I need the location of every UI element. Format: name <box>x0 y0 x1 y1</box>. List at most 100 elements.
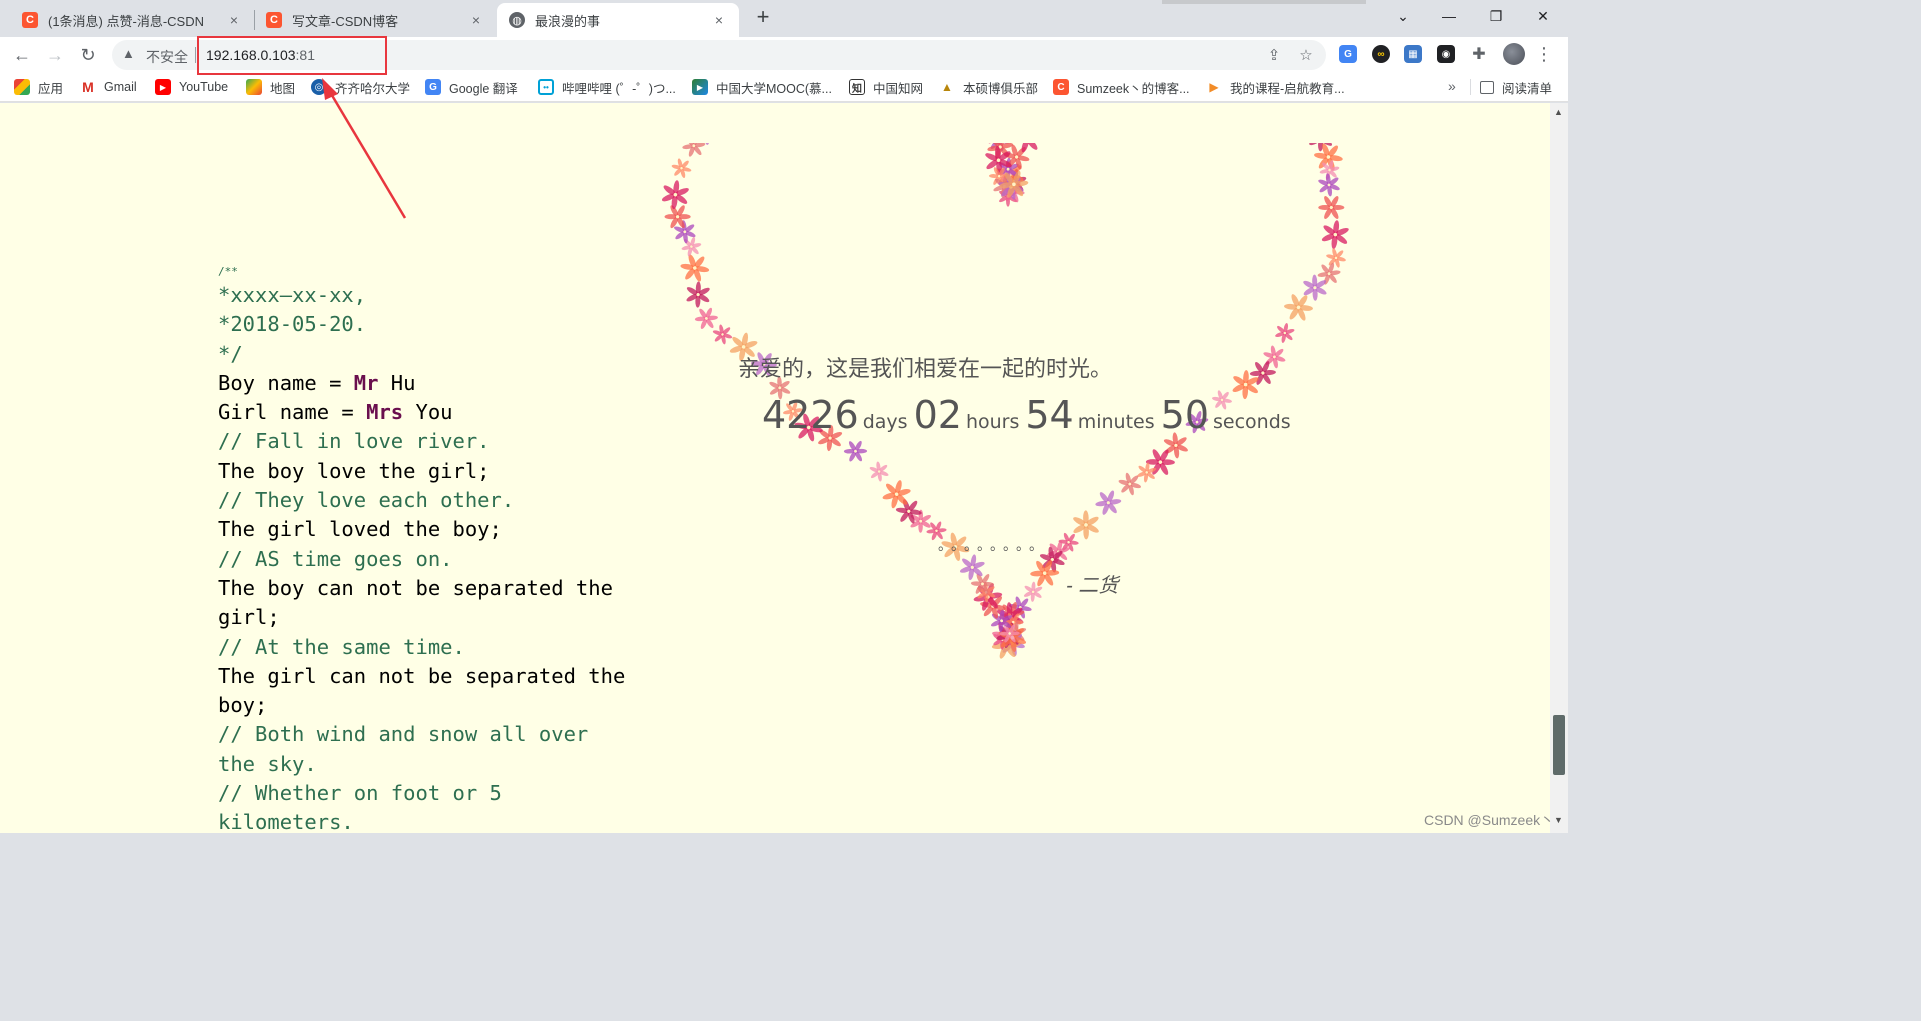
code-text: Boy name = <box>218 370 354 395</box>
scroll-thumb[interactable] <box>1553 715 1565 775</box>
more-bookmarks-button[interactable]: » <box>1448 78 1456 94</box>
flower-icon <box>694 307 718 329</box>
code-line: Boy name = Mr Hu <box>218 369 678 398</box>
csdn-logo-icon: C <box>266 12 282 28</box>
reading-list-button[interactable]: 阅读清单 <box>1480 78 1552 97</box>
code-line: Girl name = Mrs You <box>218 398 678 427</box>
code-line: The boy love the girl; <box>218 458 490 483</box>
bookmark-club[interactable]: ▲ 本硕博俱乐部 <box>939 78 1038 96</box>
bookmark-label: 应用 <box>38 81 64 96</box>
elapsed-time-counter: 4226 days 02 hours 54 minutes 50 seconds <box>762 393 1297 437</box>
gmail-icon: M <box>80 79 96 95</box>
code-line: kilometers. <box>218 810 354 833</box>
share-icon[interactable]: ⇪ <box>1266 47 1282 64</box>
apps-grid-icon <box>14 79 30 95</box>
bookmark-mooc[interactable]: ▶ 中国大学MOOC(慕... <box>692 78 832 96</box>
reload-button[interactable]: ↻ <box>74 41 102 69</box>
code-line: The girl loved the boy; <box>218 517 502 542</box>
bookmark-bilibili[interactable]: •• 哔哩哔哩 (゜-゜)つ... <box>538 78 676 96</box>
ghostery-icon[interactable]: ◉ <box>1437 45 1455 63</box>
maximize-button[interactable]: ❐ <box>1473 4 1519 28</box>
page-scrollbar[interactable]: ▲ ▼ <box>1550 103 1568 833</box>
bookmark-label: 齐齐哈尔大学 <box>335 81 411 96</box>
code-line: // Both wind and snow all over <box>218 722 589 747</box>
flower-heart-svg <box>661 143 1349 659</box>
window-close-button[interactable]: ✕ <box>1520 4 1566 28</box>
image-icon[interactable]: ▦ <box>1404 45 1422 63</box>
cnki-icon: 知 <box>849 79 865 95</box>
bookmark-cnki[interactable]: 知 中国知网 <box>849 78 923 96</box>
graduation-cap-icon: ▲ <box>939 79 955 95</box>
code-line: // They love each other. <box>218 488 515 513</box>
csdn-logo-icon: C <box>22 12 38 28</box>
flower-icon <box>1321 220 1349 249</box>
forward-button[interactable]: → <box>41 41 69 69</box>
minutes-unit: minutes <box>1077 411 1155 433</box>
flower-heart <box>660 143 1360 783</box>
bookmark-sumzeek-blog[interactable]: C Sumzeek丶的博客... <box>1053 78 1190 96</box>
infinity-icon[interactable]: ∞ <box>1372 45 1390 63</box>
minutes-value: 54 <box>1025 393 1074 437</box>
code-line: // Fall in love river. <box>218 429 490 454</box>
bookmark-gmail[interactable]: M Gmail <box>80 78 137 96</box>
bookmark-label: YouTube <box>179 80 229 94</box>
flower-icon <box>1284 294 1313 321</box>
bookmark-label: 中国大学MOOC(慕... <box>716 81 832 96</box>
tab-csdn-messages[interactable]: C (1条消息) 点赞-消息-CSDN × <box>10 3 254 37</box>
code-line: The girl can not be separated the <box>218 663 626 688</box>
code-text: You <box>403 400 453 425</box>
bookmark-label: Gmail <box>104 80 137 94</box>
tab-csdn-write[interactable]: C 写文章-CSDN博客 × <box>254 3 496 37</box>
bookmark-university[interactable]: ◎ 齐齐哈尔大学 <box>311 78 410 96</box>
warning-icon[interactable]: ▲ <box>122 46 138 62</box>
bookmark-label: 我的课程-启航教育... <box>1230 81 1345 96</box>
star-icon[interactable]: ☆ <box>1298 47 1314 64</box>
bookmark-google-translate[interactable]: G Google 翻译 <box>425 78 518 96</box>
bookmark-apps[interactable]: 应用 <box>14 78 63 96</box>
avatar[interactable] <box>1503 43 1525 65</box>
security-label[interactable]: 不安全 <box>146 47 188 67</box>
code-line: // AS time goes on. <box>218 546 453 571</box>
bookmark-label: 地图 <box>270 81 296 96</box>
bookmark-qihang[interactable]: ▶ 我的课程-启航教育... <box>1206 78 1345 96</box>
back-button[interactable]: ← <box>8 41 36 69</box>
scroll-down-arrow-icon[interactable]: ▼ <box>1554 815 1564 825</box>
close-icon[interactable]: × <box>468 12 484 28</box>
flower-icon <box>1095 490 1122 515</box>
url-highlight-annotation <box>197 36 387 75</box>
bookmarks-divider <box>1470 79 1471 95</box>
code-line: *xxxx—xx-xx, <box>218 283 367 307</box>
code-line: *2018-05-20. <box>218 312 367 337</box>
scroll-up-arrow-icon[interactable]: ▲ <box>1554 107 1564 117</box>
hours-unit: hours <box>965 411 1020 433</box>
reading-list-icon <box>1480 81 1494 94</box>
code-line: girl; <box>218 605 280 630</box>
signature-text: - 二货 <box>1066 575 1119 597</box>
globe-icon: ◍ <box>509 12 525 28</box>
bookmark-maps[interactable]: 地图 <box>246 78 295 96</box>
youtube-icon: ▶ <box>155 79 171 95</box>
translate-icon[interactable]: G <box>1339 45 1357 63</box>
maps-icon <box>246 79 262 95</box>
tab-search-button[interactable]: ⌄ <box>1380 4 1426 28</box>
bookmark-label: Sumzeek丶的博客... <box>1077 81 1190 96</box>
code-text: Hu <box>378 370 416 395</box>
code-keyword: Mrs <box>366 400 404 425</box>
tab-title: 写文章-CSDN博客 <box>292 13 399 29</box>
flower-icon <box>843 440 868 462</box>
menu-icon[interactable]: ⋮ <box>1535 42 1553 66</box>
seconds-unit: seconds <box>1213 411 1291 433</box>
close-icon[interactable]: × <box>711 12 727 28</box>
university-icon: ◎ <box>311 79 327 95</box>
tab-strip-top-bar <box>1162 0 1366 4</box>
flower-icon <box>680 254 710 282</box>
minimize-button[interactable]: — <box>1426 4 1472 28</box>
close-icon[interactable]: × <box>226 12 242 28</box>
puzzle-icon[interactable]: ✚ <box>1470 45 1488 63</box>
bookmark-label: Google 翻译 <box>449 81 518 96</box>
love-message: 亲爱的，这是我们相爱在一起的时光。 <box>738 357 1113 382</box>
csdn-watermark: CSDN @Sumzeek丶 <box>1424 812 1555 828</box>
bookmark-youtube[interactable]: ▶ YouTube <box>155 78 228 96</box>
new-tab-button[interactable]: + <box>752 4 774 29</box>
tab-romantic-thing[interactable]: ◍ 最浪漫的事 × <box>497 3 739 37</box>
